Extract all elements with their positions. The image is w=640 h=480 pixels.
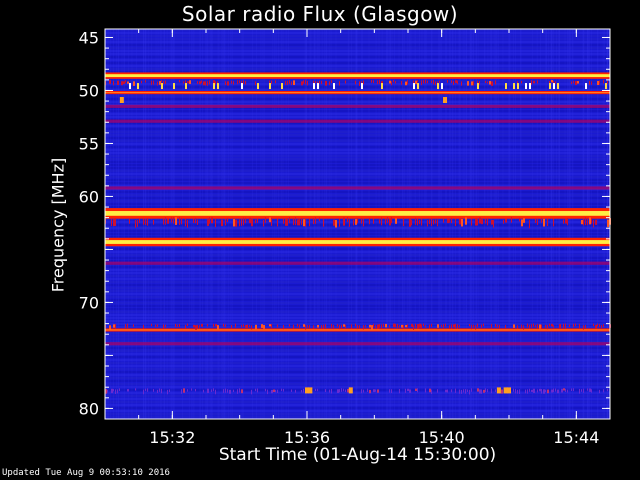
frequency-band bbox=[105, 90, 610, 95]
y-tick-label: 80 bbox=[79, 399, 99, 418]
y-axis-label: Frequency [MHz] bbox=[48, 157, 68, 293]
updated-timestamp: Updated Tue Aug 9 00:53:10 2016 bbox=[2, 468, 170, 478]
y-tick-label: 50 bbox=[79, 81, 99, 100]
frequency-band bbox=[105, 237, 610, 247]
frequency-band bbox=[105, 186, 610, 190]
x-axis-label: Start Time (01-Aug-14 15:30:00) bbox=[218, 445, 497, 465]
burst-mark bbox=[507, 387, 511, 394]
y-tick-label: 55 bbox=[79, 134, 99, 153]
burst-mark bbox=[496, 387, 501, 394]
burst-mark bbox=[443, 97, 448, 104]
frequency-band bbox=[105, 119, 610, 123]
burst-mark bbox=[348, 387, 353, 394]
y-tick-label: 45 bbox=[79, 28, 99, 47]
spectrogram-chart: 15:32 15:36 15:40 15:44455055607080 bbox=[79, 28, 611, 447]
background-texture bbox=[105, 29, 610, 419]
frequency-band bbox=[105, 104, 610, 108]
heatmap-area bbox=[105, 29, 611, 419]
chart-title: Solar radio Flux (Glasgow) bbox=[181, 2, 459, 26]
frequency-band bbox=[105, 342, 610, 346]
burst-mark bbox=[119, 97, 124, 104]
y-tick-label: 60 bbox=[79, 187, 99, 206]
frequency-band bbox=[105, 208, 610, 219]
y-tick-label: 70 bbox=[79, 293, 99, 312]
frequency-band bbox=[105, 261, 610, 265]
frequency-band bbox=[105, 72, 610, 79]
burst-mark bbox=[308, 387, 313, 394]
